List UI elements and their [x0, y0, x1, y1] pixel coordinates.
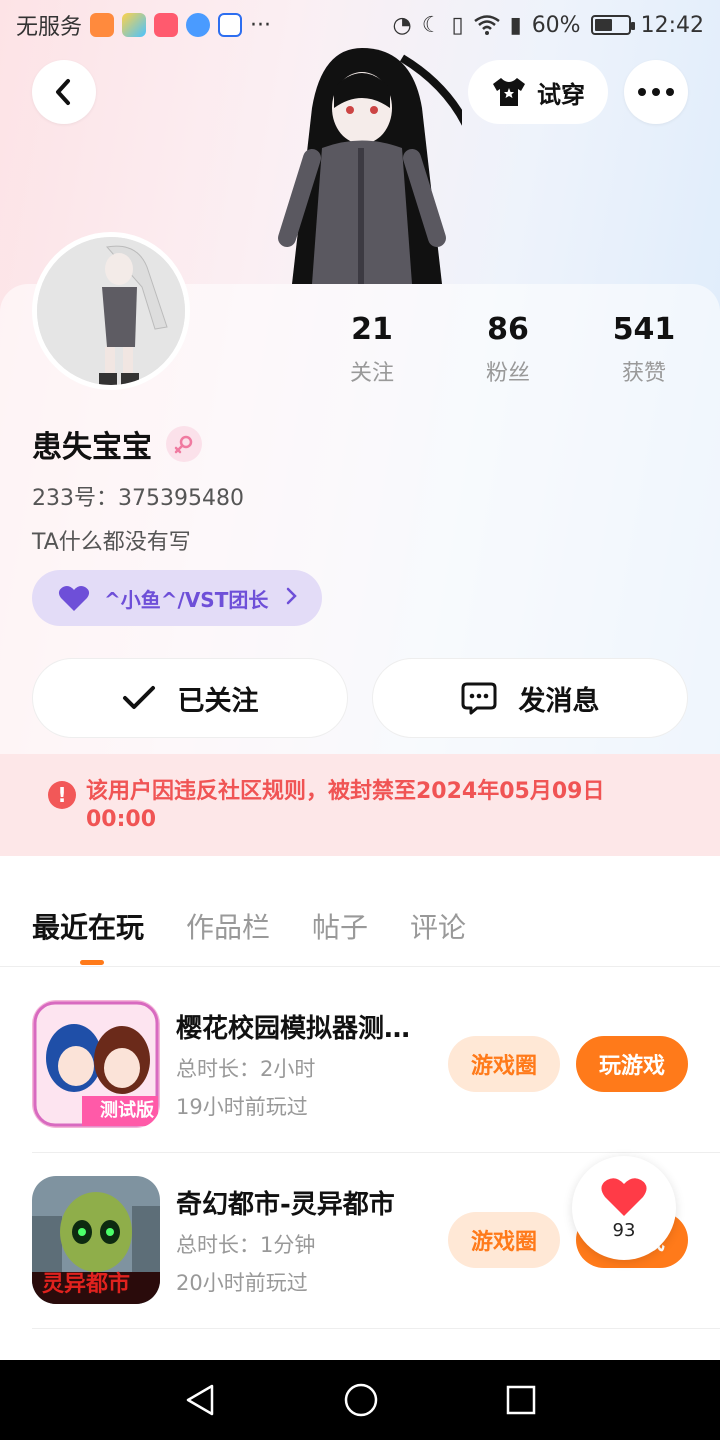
game-title: 樱花校园模拟器测试版: [176, 1013, 426, 1044]
followers-label: 粉丝: [485, 361, 530, 386]
user-bio: TA什么都没有写: [32, 530, 191, 555]
game-info: 奇幻都市-灵异都市 总时长：1分钟 20小时前玩过: [176, 1184, 426, 1297]
ban-notice: ! 该用户因违反社区规则，被封禁至2024年05月09日 00:00: [0, 754, 720, 856]
tshirt-icon: [493, 78, 525, 106]
profile-tabs: 最近在玩 作品栏 帖子 评论: [32, 906, 466, 965]
profile-actions: 已关注 发消息: [32, 658, 688, 738]
game-icon-text: 测试版: [100, 1100, 154, 1121]
battery-icon: [590, 15, 635, 35]
home-circle-icon[interactable]: [344, 1383, 378, 1417]
sim-alert-icon: ▮: [509, 12, 522, 38]
play-game-button[interactable]: 玩游戏: [576, 1036, 688, 1092]
likes-label: 获赞: [621, 361, 666, 386]
female-icon: [166, 426, 202, 462]
app-233-icon: [90, 13, 115, 37]
game-duration: 总时长：1分钟: [176, 1232, 316, 1257]
profile-name: 患失宝宝: [32, 430, 152, 465]
avatar-image: [37, 237, 185, 385]
message-label: 发消息: [518, 685, 600, 717]
game-info: 樱花校园模拟器测试版 总时长：2小时 19小时前玩过: [176, 1008, 426, 1121]
chevron-left-icon: [56, 79, 70, 105]
wifi-icon: [473, 15, 500, 35]
game-last-played: 19小时前玩过: [176, 1094, 308, 1119]
like-floating-button[interactable]: 93: [572, 1156, 676, 1260]
message-button[interactable]: 发消息: [372, 658, 688, 738]
row-divider: [32, 1328, 720, 1329]
profile-stats: 21 关注 86 粉丝 541 获赞: [304, 312, 712, 387]
game-circle-button[interactable]: 游戏圈: [448, 1212, 560, 1268]
alert-icon: !: [48, 781, 76, 809]
more-button[interactable]: [624, 60, 688, 124]
chevron-right-icon: [286, 586, 298, 610]
likes-count: 541: [612, 312, 676, 347]
tab-recently-played[interactable]: 最近在玩: [32, 906, 144, 965]
user-id: 233号：375395480: [32, 486, 244, 511]
app-store-icon: [122, 13, 147, 37]
tabs-divider: [0, 966, 720, 967]
tab-works[interactable]: 作品栏: [186, 906, 270, 946]
game-last-played: 20小时前玩过: [176, 1270, 308, 1295]
followed-button[interactable]: 已关注: [32, 658, 348, 738]
battery-percent: 60%: [531, 12, 581, 38]
clock-time: 12:42: [640, 12, 704, 38]
app-shop-icon: [154, 13, 179, 37]
app-browser-icon: [186, 13, 211, 37]
data-saver-icon: ◔: [392, 12, 412, 38]
ban-notice-text: 该用户因违反社区规则，被封禁至2024年05月09日 00:00: [86, 779, 605, 832]
following-stat[interactable]: 21 关注: [304, 312, 440, 387]
try-on-button[interactable]: 试穿: [468, 60, 608, 124]
back-button[interactable]: [32, 60, 96, 124]
chat-bubble-icon: [461, 682, 496, 715]
game-icon-text: 灵异都市: [42, 1272, 131, 1297]
moon-icon: ☾: [421, 12, 442, 38]
system-navigation-bar: [0, 1360, 720, 1440]
followers-count: 86: [487, 312, 529, 347]
row-divider: [32, 1152, 720, 1153]
game-duration: 总时长：2小时: [176, 1056, 316, 1081]
followers-stat[interactable]: 86 粉丝: [440, 312, 576, 387]
content-section: 最近在玩 作品栏 帖子 评论 测试版 樱花校园模拟器测试版 总时长：2小时 19…: [0, 878, 720, 1360]
heart-icon: [58, 586, 90, 611]
game-icon-sakura[interactable]: 测试版: [32, 1000, 160, 1128]
back-triangle-icon[interactable]: [184, 1383, 216, 1417]
recents-square-icon[interactable]: [506, 1385, 536, 1415]
club-label: ^小鱼^/VST团长: [104, 587, 269, 612]
more-horizontal-icon: [638, 88, 674, 96]
game-list-item[interactable]: 测试版 樱花校园模拟器测试版 总时长：2小时 19小时前玩过 游戏圈 玩游戏: [32, 1000, 688, 1128]
game-title: 奇幻都市-灵异都市: [176, 1189, 395, 1220]
avatar-character-image: [278, 48, 462, 284]
tab-comments[interactable]: 评论: [410, 906, 466, 946]
heart-icon: [601, 1177, 647, 1216]
more-notifications-icon: ···: [250, 12, 271, 38]
profile-name-row: 患失宝宝: [32, 422, 202, 466]
app-baidu-icon: [218, 13, 243, 37]
likes-stat[interactable]: 541 获赞: [576, 312, 712, 387]
followed-label: 已关注: [177, 685, 259, 717]
club-badge[interactable]: ^小鱼^/VST团长: [32, 570, 322, 626]
like-count: 93: [612, 1219, 636, 1241]
tab-posts[interactable]: 帖子: [312, 906, 368, 946]
game-icon-ghost-city[interactable]: 灵异都市: [32, 1176, 160, 1304]
check-icon: [122, 686, 155, 709]
status-bar: 无服务 ··· ◔ ☾ ▯ ▮ 60% 12:42: [0, 0, 720, 50]
vibrate-icon: ▯: [451, 12, 464, 38]
try-on-label: 试穿: [537, 80, 585, 109]
following-count: 21: [351, 312, 393, 347]
avatar[interactable]: [32, 232, 190, 390]
carrier-text: 无服务: [16, 15, 83, 40]
following-label: 关注: [349, 361, 394, 386]
game-circle-button[interactable]: 游戏圈: [448, 1036, 560, 1092]
